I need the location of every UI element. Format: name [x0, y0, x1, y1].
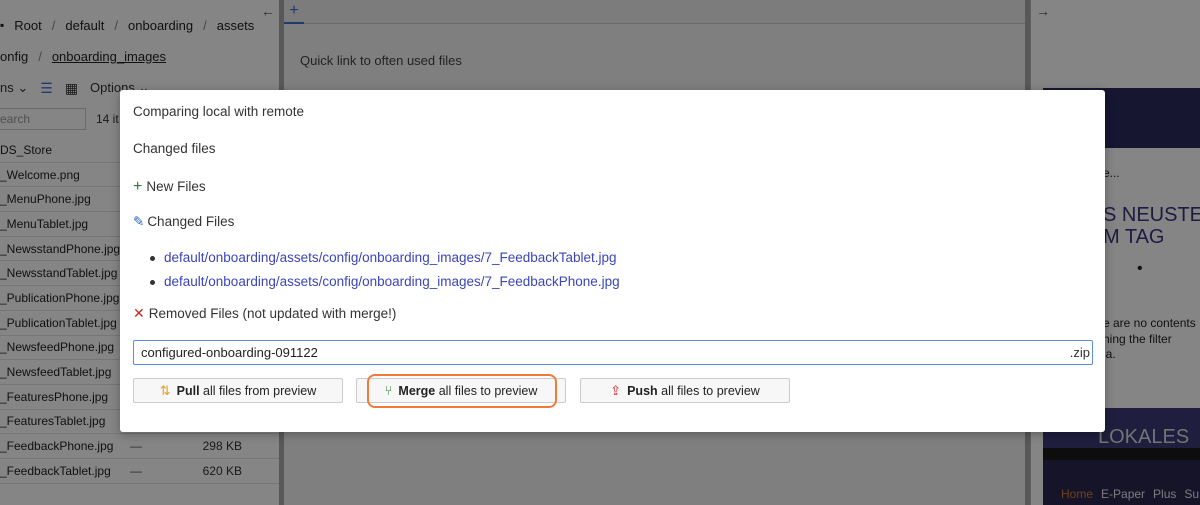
changed-files-list: default/onboarding/assets/config/onboard… — [150, 250, 620, 298]
push-button-label: Push all files to preview — [627, 383, 760, 398]
push-icon: ⇪ — [610, 383, 622, 398]
removed-files-row: ✕ Removed Files (not updated with merge!) — [133, 305, 396, 322]
zip-suffix: .zip — [1069, 345, 1090, 360]
changed-files-label: Changed Files — [147, 214, 235, 229]
merge-button-highlight — [367, 374, 557, 408]
pull-button-label: Pull all files from preview — [176, 383, 317, 398]
changed-file-link[interactable]: default/onboarding/assets/config/onboard… — [164, 274, 620, 289]
new-files-row: + New Files — [133, 178, 206, 196]
removed-files-label: Removed Files (not updated with merge!) — [148, 306, 397, 321]
compare-dialog: Comparing local with remote Changed file… — [120, 90, 1105, 432]
zip-name-input[interactable] — [134, 341, 1070, 364]
pencil-icon: ✎ — [133, 214, 145, 229]
changed-files-row: ✎ Changed Files — [133, 214, 234, 230]
new-files-label: New Files — [146, 179, 206, 194]
changed-file-link[interactable]: default/onboarding/assets/config/onboard… — [164, 250, 617, 265]
list-item: default/onboarding/assets/config/onboard… — [150, 274, 620, 298]
plus-icon: + — [133, 178, 143, 195]
close-icon: ✕ — [133, 305, 145, 321]
zip-name-field: .zip — [133, 340, 1093, 365]
push-button[interactable]: ⇪ Push all files to preview — [580, 378, 790, 403]
changed-files-heading: Changed files — [133, 141, 216, 156]
pull-button[interactable]: ⇅ Pull all files from preview — [133, 378, 343, 403]
pull-icon: ⇅ — [159, 383, 171, 398]
list-item: default/onboarding/assets/config/onboard… — [150, 250, 620, 274]
dialog-title: Comparing local with remote — [133, 104, 305, 119]
